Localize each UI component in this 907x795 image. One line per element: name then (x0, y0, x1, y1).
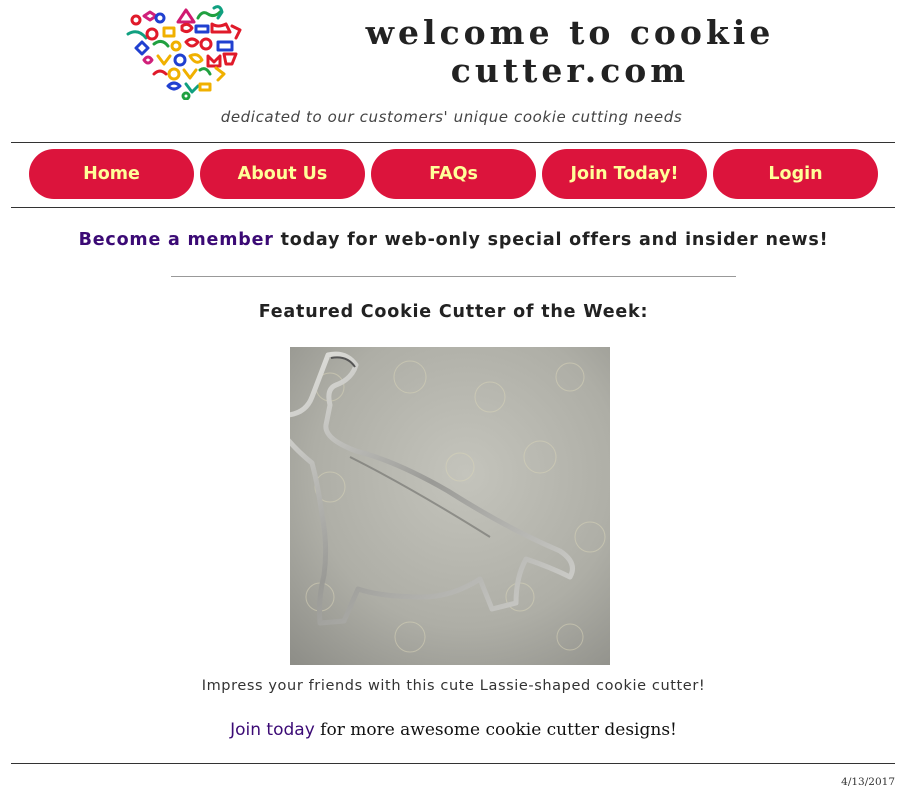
cookie-cutters-logo (126, 5, 242, 100)
main-nav: Home About Us FAQs Join Today! Login (29, 149, 879, 199)
nav-home-button[interactable]: Home (29, 149, 194, 199)
promo-text: today for web-only special offers and in… (273, 230, 829, 250)
nav-join-today-button[interactable]: Join Today! (542, 149, 707, 199)
footer-date: 4/13/2017 (841, 776, 895, 788)
tagline-text: dedicated to our customers' unique cooki… (220, 108, 683, 126)
join-callout-text: for more awesome cookie cutter designs! (314, 720, 677, 740)
join-callout: Join today for more awesome cookie cutte… (0, 720, 907, 740)
member-promo: Become a member today for web-only speci… (0, 230, 907, 250)
site-tagline: dedicated to our customers' unique cooki… (0, 108, 907, 126)
featured-caption: Impress your friends with this cute Lass… (201, 678, 706, 694)
site-title: welcome to cookie cutter.com (365, 13, 775, 90)
header-divider (11, 142, 895, 143)
section-divider (171, 276, 736, 277)
nav-about-us-button[interactable]: About Us (200, 149, 365, 199)
featured-title: Featured Cookie Cutter of the Week: (258, 302, 649, 322)
join-today-link[interactable]: Join today (230, 720, 315, 740)
become-member-link[interactable]: Become a member (79, 230, 274, 250)
featured-cookie-cutter-image (290, 347, 610, 665)
nav-faqs-button[interactable]: FAQs (371, 149, 536, 199)
nav-divider (11, 207, 895, 208)
footer-divider (11, 763, 895, 764)
nav-login-button[interactable]: Login (713, 149, 878, 199)
